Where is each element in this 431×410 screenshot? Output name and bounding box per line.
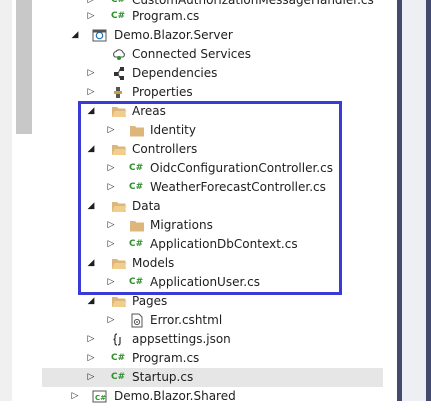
dependencies-icon	[111, 66, 127, 81]
tree-item-label: Demo.Blazor.Server	[114, 28, 233, 42]
collapsed-arrow-icon[interactable]: ▷	[86, 64, 96, 83]
tree-item-error-page[interactable]: ▷ Error.cshtml	[0, 311, 397, 330]
collapsed-arrow-icon[interactable]: ▷	[70, 387, 80, 406]
json-file-icon	[111, 332, 127, 347]
expanded-arrow-icon[interactable]: ◢	[70, 26, 80, 45]
collapsed-arrow-icon[interactable]: ▷	[86, 349, 96, 368]
right-scrollbar-track[interactable]	[402, 0, 426, 401]
tree-item-shared-project[interactable]: ▷ C# Demo.Blazor.Shared	[0, 387, 397, 406]
tree-item-label: Properties	[132, 85, 193, 99]
collapsed-arrow-icon[interactable]: ▷	[86, 83, 96, 102]
tree-item-label: Program.cs	[132, 9, 200, 23]
tree-item-label: Error.cshtml	[150, 313, 223, 327]
tree-item-label: Program.cs	[132, 351, 200, 365]
tree-item-label: Demo.Blazor.Shared	[114, 389, 236, 403]
tree-item-label: Connected Services	[132, 47, 252, 61]
csharp-file-icon: C#	[111, 353, 126, 363]
collapsed-arrow-icon[interactable]: ▷	[86, 368, 96, 387]
tree-item-server-project[interactable]: ◢ Demo.Blazor.Server	[0, 26, 397, 45]
tree-item-label: appsettings.json	[132, 332, 231, 346]
tree-item-program-cs-client[interactable]: ▷ C# Program.cs	[0, 7, 397, 26]
tree-item-properties[interactable]: ▷ Properties	[0, 83, 397, 102]
csharp-file-icon: C#	[111, 372, 126, 382]
library-project-icon: C#	[92, 389, 108, 404]
tree-item-label: Startup.cs	[132, 370, 194, 384]
folder-open-icon	[111, 294, 127, 309]
tree-item-program-cs-server[interactable]: ▷ C# Program.cs	[0, 349, 397, 368]
tree-item-label: Dependencies	[132, 66, 218, 80]
properties-icon	[111, 85, 127, 100]
collapsed-arrow-icon[interactable]: ▷	[86, 7, 96, 26]
connected-services-icon	[111, 47, 127, 62]
csharp-file-icon: C#	[111, 11, 126, 21]
tree-item-startup-cs[interactable]: ▷ C# Startup.cs	[42, 368, 383, 387]
annotation-highlight-box	[78, 101, 342, 295]
razor-page-icon	[129, 313, 145, 328]
tree-item-connected-services[interactable]: Connected Services	[0, 45, 397, 64]
tree-item-dependencies[interactable]: ▷ Dependencies	[0, 64, 397, 83]
web-project-icon	[92, 28, 108, 43]
collapsed-arrow-icon[interactable]: ▷	[106, 311, 116, 330]
tree-item-appsettings[interactable]: ▷ appsettings.json	[0, 330, 397, 349]
collapsed-arrow-icon[interactable]: ▷	[86, 330, 96, 349]
